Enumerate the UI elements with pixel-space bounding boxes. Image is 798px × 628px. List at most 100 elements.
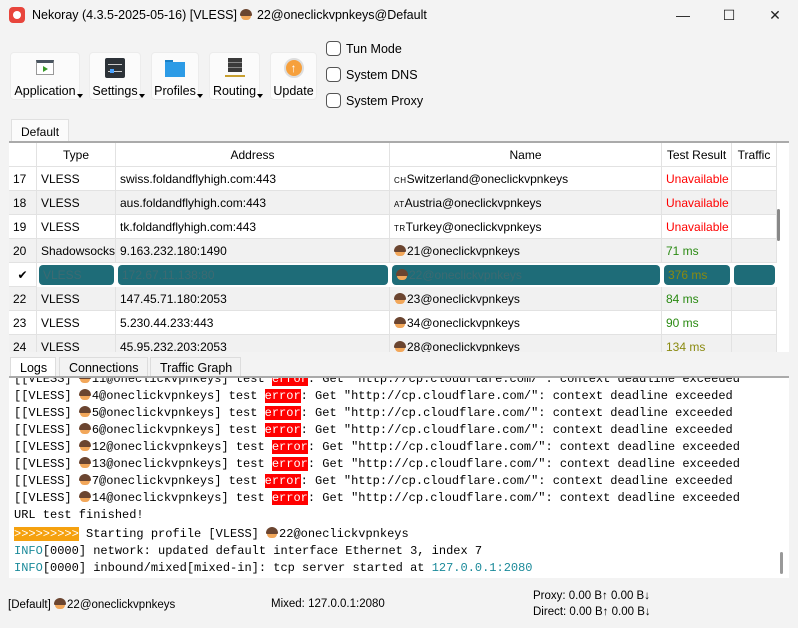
log-text: [[VLESS] bbox=[14, 423, 79, 437]
log-profile: 6@oneclickvpnkeys] test bbox=[91, 423, 265, 437]
log-line: [[VLESS] 5@oneclickvpnkeys] test error: … bbox=[14, 405, 733, 422]
row-name: 34@oneclickvpnkeys bbox=[390, 311, 662, 335]
system-proxy-label: System Proxy bbox=[346, 93, 424, 108]
row-test-result: Unavailable bbox=[662, 215, 732, 239]
col-header-type[interactable]: Type bbox=[37, 143, 116, 167]
row-test-result: 134 ms bbox=[662, 335, 732, 352]
log-text: [0000] network: updated default interfac… bbox=[42, 544, 483, 558]
checkbox-box[interactable] bbox=[326, 67, 341, 82]
window-title: Nekoray (4.3.5-2025-05-16) [VLESS] 22@on… bbox=[32, 8, 427, 22]
profile-name: 28@oneclickvpnkeys bbox=[407, 340, 520, 352]
col-header-address[interactable]: Address bbox=[116, 143, 390, 167]
table-row[interactable]: 18 VLESS aus.foldandflyhigh.com:443 ATAustr… bbox=[9, 191, 777, 215]
row-name: 22@oneclickvpnkeys bbox=[392, 265, 660, 285]
row-address: 5.230.44.233:443 bbox=[116, 311, 390, 335]
row-name: TRTurkey@oneclickvpnkeys bbox=[390, 215, 662, 239]
application-button[interactable]: Application bbox=[10, 52, 83, 100]
col-header-traffic[interactable]: Traffic bbox=[732, 143, 777, 167]
dropdown-arrow-icon bbox=[257, 94, 264, 98]
log-line: [[VLESS] 7@oneclickvpnkeys] test error: … bbox=[14, 473, 733, 490]
table-row[interactable]: 17 VLESS swiss.foldandflyhigh.com:443 CHSwi… bbox=[9, 167, 777, 191]
table-row[interactable]: ✔ VLESS 172.67.11.138:80 22@oneclickvpnkeys… bbox=[9, 263, 777, 287]
log-message: : Get "http://cp.cloudflare.com/": conte… bbox=[307, 376, 740, 386]
dropdown-arrow-icon bbox=[196, 94, 203, 98]
maximize-button[interactable]: ☐ bbox=[706, 0, 752, 30]
row-number: 18 bbox=[9, 191, 37, 215]
update-arrow-icon: ↑ bbox=[283, 58, 304, 78]
routing-button[interactable]: Routing bbox=[209, 52, 264, 100]
table-row[interactable]: 24 VLESS 45.95.232.203:2053 28@oneclickvpnk… bbox=[9, 335, 777, 352]
mushroom-icon bbox=[54, 598, 67, 609]
row-address: 45.95.232.203:2053 bbox=[116, 335, 390, 352]
tun-mode-checkbox[interactable]: Tun Mode bbox=[326, 41, 402, 56]
log-message: : Get "http://cp.cloudflare.com/": conte… bbox=[300, 474, 733, 488]
log-line: INFO[0000] inbound/mixed[mixed-in]: tcp … bbox=[14, 560, 533, 577]
table-row[interactable]: 19 VLESS tk.foldandflyhigh.com:443 TRTurkey… bbox=[9, 215, 777, 239]
row-traffic bbox=[732, 311, 777, 335]
log-message: : Get "http://cp.cloudflare.com/": conte… bbox=[307, 440, 740, 454]
row-address: aus.foldandflyhigh.com:443 bbox=[116, 191, 390, 215]
log-message: : Get "http://cp.cloudflare.com/": conte… bbox=[300, 423, 733, 437]
mushroom-icon bbox=[394, 317, 406, 328]
table-scrollbar[interactable] bbox=[777, 209, 780, 241]
minimize-button[interactable]: — bbox=[660, 0, 706, 30]
row-test-result: Unavailable bbox=[662, 191, 732, 215]
col-header-num[interactable] bbox=[9, 143, 37, 167]
tab-traffic-graph[interactable]: Traffic Graph bbox=[150, 357, 242, 377]
row-traffic bbox=[734, 265, 775, 285]
row-number: 20 bbox=[9, 239, 37, 263]
checkbox-box[interactable] bbox=[326, 93, 341, 108]
col-header-test-result[interactable]: Test Result bbox=[662, 143, 732, 167]
status-mixed-port: Mixed: 127.0.0.1:2080 bbox=[271, 598, 385, 610]
row-address: 147.45.71.180:2053 bbox=[116, 287, 390, 311]
log-text: [[VLESS] bbox=[14, 491, 79, 505]
log-error-tag: error bbox=[271, 440, 308, 454]
row-traffic bbox=[732, 215, 777, 239]
group-tab-default[interactable]: Default bbox=[11, 119, 69, 141]
log-scrollbar[interactable] bbox=[780, 552, 783, 574]
system-proxy-checkbox[interactable]: System Proxy bbox=[326, 93, 423, 108]
profile-name: Austria@oneclickvpnkeys bbox=[404, 196, 542, 210]
profile-name: 34@oneclickvpnkeys bbox=[407, 316, 520, 330]
log-message: : Get "http://cp.cloudflare.com/": conte… bbox=[307, 491, 740, 505]
log-view[interactable]: [[VLESS] 11@oneclickvpnkeys] test error:… bbox=[9, 376, 789, 578]
mushroom-icon bbox=[78, 423, 91, 434]
system-dns-checkbox[interactable]: System DNS bbox=[326, 67, 418, 82]
log-text: [0000] inbound/mixed[mixed-in]: tcp serv… bbox=[42, 561, 432, 575]
row-number: 17 bbox=[9, 167, 37, 191]
mushroom-icon bbox=[240, 9, 253, 20]
close-button[interactable]: ✕ bbox=[752, 0, 798, 30]
flag-code: TR bbox=[394, 224, 406, 233]
log-error-tag: error bbox=[271, 378, 308, 386]
row-type: VLESS bbox=[39, 265, 114, 285]
row-traffic bbox=[732, 191, 777, 215]
update-button[interactable]: ↑ Update bbox=[270, 52, 317, 100]
table-row[interactable]: 22 VLESS 147.45.71.180:2053 23@oneclickvpnk… bbox=[9, 287, 777, 311]
flag-code: AT bbox=[394, 200, 405, 209]
application-icon bbox=[35, 58, 55, 78]
log-start-marker: >>>>>>>>> bbox=[14, 527, 79, 541]
profile-name: Turkey@oneclickvpnkeys bbox=[405, 220, 542, 234]
col-header-name[interactable]: Name bbox=[390, 143, 662, 167]
status-current-profile: [Default] 22@oneclickvpnkeys bbox=[8, 598, 175, 611]
row-test-result: 90 ms bbox=[662, 311, 732, 335]
status-proxy-traffic: Proxy: 0.00 B↑ 0.00 B↓ bbox=[533, 590, 650, 602]
mushroom-icon bbox=[78, 491, 91, 502]
profiles-button[interactable]: Profiles bbox=[151, 52, 203, 100]
mushroom-icon bbox=[78, 440, 91, 451]
title-bar[interactable]: Nekoray (4.3.5-2025-05-16) [VLESS] 22@on… bbox=[0, 0, 798, 30]
tab-connections[interactable]: Connections bbox=[59, 357, 148, 377]
log-profile: 11@oneclickvpnkeys] test bbox=[91, 376, 272, 386]
log-text: [[VLESS] bbox=[14, 440, 79, 454]
log-error-tag: error bbox=[264, 389, 301, 403]
log-line: >>>>>>>>> Starting profile [VLESS] 22@on… bbox=[14, 526, 409, 543]
server-rack-icon bbox=[224, 58, 245, 78]
log-profile: 4@oneclickvpnkeys] test bbox=[91, 389, 265, 403]
checkbox-box[interactable] bbox=[326, 41, 341, 56]
log-message: : Get "http://cp.cloudflare.com/": conte… bbox=[300, 389, 733, 403]
row-number: 24 bbox=[9, 335, 37, 352]
settings-button[interactable]: Settings bbox=[89, 52, 145, 100]
table-row[interactable]: 23 VLESS 5.230.44.233:443 34@oneclickvpnkey… bbox=[9, 311, 777, 335]
tab-logs[interactable]: Logs bbox=[10, 357, 57, 377]
table-row[interactable]: 20 Shadowsocks 9.163.232.180:1490 21@onecli… bbox=[9, 239, 777, 263]
